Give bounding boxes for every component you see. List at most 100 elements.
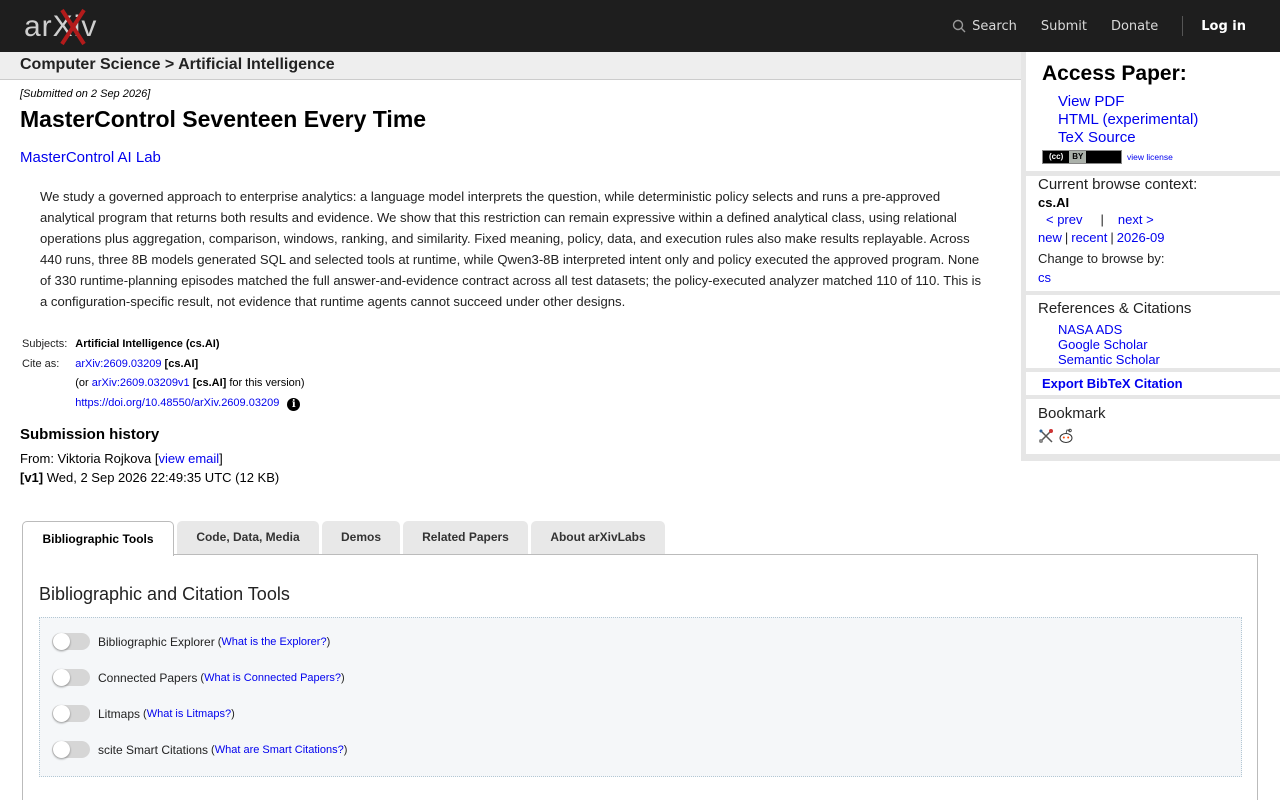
tool-row: Bibliographic Explorer (What is the Expl… (52, 633, 330, 650)
donate-link[interactable]: Donate (1111, 19, 1158, 34)
tool-row: scite Smart Citations (What are Smart Ci… (52, 741, 347, 758)
submit-link[interactable]: Submit (1041, 19, 1087, 34)
top-navbar: arXiv Search Submit Donate Log in (0, 0, 1280, 52)
browse-context-box: Current browse context: cs.AI < prev | nex… (1026, 176, 1280, 291)
tool-name: Bibliographic Explorer (98, 634, 215, 649)
cite-id-link[interactable]: arXiv:2609.03209 (75, 358, 161, 370)
login-link[interactable]: Log in (1201, 19, 1246, 34)
references-box: References & Citations NASA ADS Google S… (1026, 295, 1280, 368)
access-paper-box: Access Paper: View PDF HTML (experimenta… (1026, 52, 1280, 171)
html-link[interactable]: HTML (experimental) (1058, 111, 1198, 128)
nasa-ads-link[interactable]: NASA ADS (1058, 322, 1122, 337)
cc-by-badge[interactable]: (cc) BY (1042, 150, 1122, 164)
reddit-icon[interactable] (1058, 428, 1074, 444)
new-link[interactable]: new (1038, 230, 1062, 245)
tool-info-link[interactable]: What is Litmaps? (147, 708, 231, 720)
tool-name: scite Smart Citations (98, 742, 209, 757)
nav-divider (1182, 16, 1184, 36)
version-date: Wed, 2 Sep 2026 22:49:35 UTC (12 KB) (46, 470, 280, 485)
version-link[interactable]: arXiv:2609.03209v1 (92, 377, 190, 389)
version-label: [v1] (20, 470, 44, 485)
tool-info-link[interactable]: What are Smart Citations? (215, 744, 344, 756)
svg-text:arXiv: arXiv (24, 10, 97, 43)
prev-link[interactable]: < prev (1046, 212, 1083, 227)
metadata-table: Subjects: Artificial Intelligence (cs.AI… (20, 336, 307, 414)
toggle-knob (53, 669, 70, 686)
submission-history-title: Submission history (20, 426, 160, 443)
submission-from: From: Viktoria Rojkova [view email] (20, 451, 223, 466)
tab-related-papers[interactable]: Related Papers (403, 521, 528, 554)
info-icon[interactable]: i (287, 397, 301, 411)
tool-name: Connected Papers (98, 670, 198, 685)
tool-info-link[interactable]: What is the Explorer? (221, 636, 326, 648)
author-link[interactable]: MasterControl AI Lab (20, 149, 161, 166)
bookmark-icons (1038, 428, 1074, 444)
arxiv-logo[interactable]: arXiv (22, 6, 114, 48)
nav-separator: | (1100, 212, 1104, 227)
version-entry: [v1] Wed, 2 Sep 2026 22:49:35 UTC (12 KB… (20, 470, 279, 485)
view-pdf-link[interactable]: View PDF (1058, 93, 1124, 110)
abstract: We study a governed approach to enterpri… (40, 189, 982, 309)
sidebar: Access Paper: View PDF HTML (experimenta… (1021, 52, 1280, 461)
panel-title: Bibliographic and Citation Tools (39, 584, 290, 604)
search-link[interactable]: Search (952, 19, 1017, 34)
tab-bibliographic-tools[interactable]: Bibliographic Tools (22, 521, 174, 556)
month-link[interactable]: 2026-09 (1117, 230, 1165, 245)
bibtex-box: Export BibTeX Citation (1026, 372, 1280, 395)
view-license-link[interactable]: view license (1127, 152, 1173, 162)
tab-about-arxivlabs[interactable]: About arXivLabs (531, 521, 665, 554)
subjects-value: Artificial Intelligence (cs.AI) (75, 338, 220, 350)
tool-row: Connected Papers (What is Connected Pape… (52, 669, 345, 686)
tab-code-data-media[interactable]: Code, Data, Media (177, 521, 319, 554)
toggle-switch[interactable] (52, 633, 90, 650)
next-link[interactable]: next > (1118, 212, 1154, 227)
toggle-knob (53, 633, 70, 650)
tool-row: Litmaps (What is Litmaps?) (52, 705, 235, 722)
cs-link[interactable]: cs (1038, 270, 1051, 285)
doi-link[interactable]: https://doi.org/10.48550/arXiv.2609.0320… (75, 397, 279, 409)
cc-label: (cc) (1049, 152, 1064, 161)
from-suffix: ] (219, 451, 223, 466)
references-title: References & Citations (1038, 300, 1192, 317)
bookmark-box: Bookmark (1026, 399, 1280, 454)
tab-demos[interactable]: Demos (322, 521, 400, 554)
listing-links: new | recent | 2026-09 (1038, 230, 1165, 245)
bibsonomy-icon[interactable] (1038, 428, 1054, 444)
view-email-link[interactable]: view email (158, 451, 219, 466)
access-links: View PDF HTML (experimental) TeX Source (1058, 93, 1198, 147)
or-prefix: (or (75, 377, 89, 389)
version-category: [cs.AI] (192, 377, 227, 389)
references-list: NASA ADS Google Scholar Semantic Scholar (1058, 322, 1160, 367)
tools-box: Bibliographic Explorer (What is the Expl… (39, 617, 1242, 777)
version-suffix: for this version) (229, 377, 305, 389)
submission-date: [Submitted on 2 Sep 2026] (20, 88, 151, 100)
browse-context-category: cs.AI (1038, 195, 1070, 210)
search-icon (952, 19, 966, 33)
nav-menu: Search Submit Donate Log in (952, 0, 1280, 52)
tools-panel: Bibliographic and Citation Tools Bibliog… (22, 554, 1258, 800)
breadcrumb: Computer Science > Artificial Intelligen… (20, 56, 335, 73)
recent-link[interactable]: recent (1071, 230, 1107, 245)
cite-label: Cite as: (22, 357, 60, 370)
prev-next-nav: < prev | next > (1046, 212, 1154, 227)
tex-source-link[interactable]: TeX Source (1058, 129, 1136, 146)
export-bibtex-link[interactable]: Export BibTeX Citation (1042, 376, 1183, 391)
tool-info-link[interactable]: What is Connected Papers? (204, 672, 341, 684)
from-prefix: From: Viktoria Rojkova [ (20, 451, 159, 466)
bookmark-title: Bookmark (1038, 405, 1106, 422)
tool-name: Litmaps (98, 706, 141, 721)
toggle-knob (53, 741, 70, 758)
toggle-switch[interactable] (52, 741, 90, 758)
toggle-switch[interactable] (52, 669, 90, 686)
toggle-knob (53, 705, 70, 722)
google-scholar-link[interactable]: Google Scholar (1058, 337, 1148, 352)
semantic-scholar-link[interactable]: Semantic Scholar (1058, 352, 1160, 367)
pipe-separator: | (1110, 230, 1114, 245)
subjects-label: Subjects: (22, 338, 68, 350)
cc-by: BY (1069, 151, 1087, 163)
change-browse-label: Change to browse by: (1038, 251, 1165, 266)
access-title: Access Paper: (1042, 62, 1187, 85)
cite-category: [cs.AI] (164, 357, 199, 370)
paper-title: MasterControl Seventeen Every Time (20, 106, 427, 132)
toggle-switch[interactable] (52, 705, 90, 722)
